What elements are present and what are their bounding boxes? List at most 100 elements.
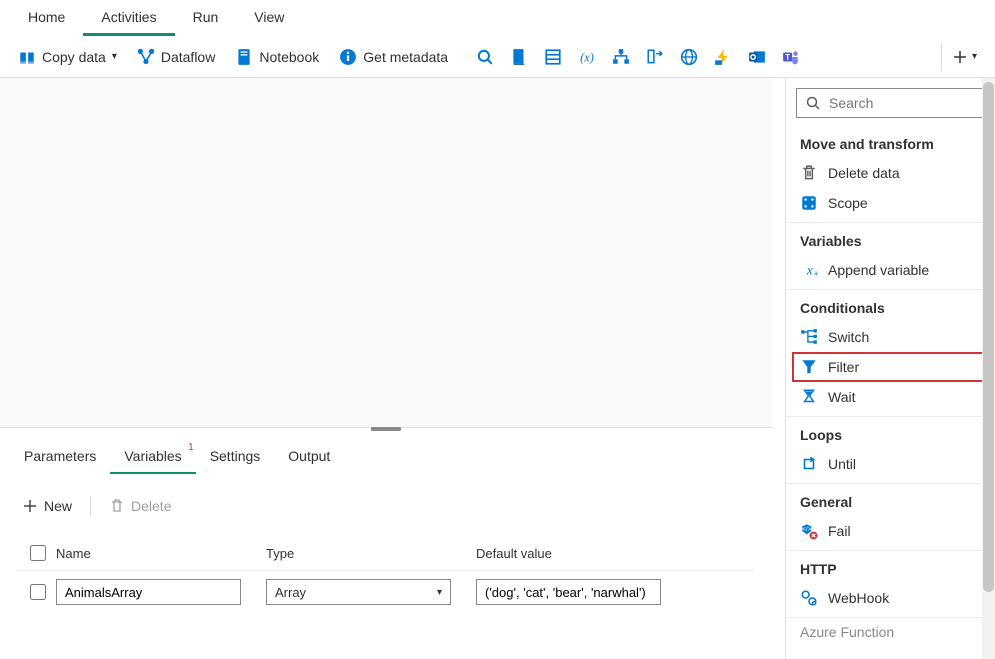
new-variable-button[interactable]: New [12,494,82,518]
tab-activities[interactable]: Activities [83,1,174,36]
foreach-icon [646,48,664,66]
search-icon [476,48,494,66]
lightning-icon [714,48,732,66]
function-tool-button[interactable] [706,41,740,73]
activity-label: WebHook [828,590,889,606]
until-icon [800,455,818,473]
category-truncated: Azure Function [786,617,995,646]
variable-type-select[interactable]: Array ▾ [266,579,451,605]
activity-label: Filter [828,359,859,375]
variable-default-input[interactable] [476,579,661,605]
tab-variables[interactable]: Variables 1 [110,442,195,474]
variables-table: Name Type Default value Array ▾ [18,536,754,613]
col-default: Default value [476,546,696,561]
outlook-tool-button[interactable] [740,41,774,73]
activities-panel: Move and transform Delete data Scope Var… [785,78,995,659]
dataflow-icon [137,48,155,66]
notebook-button[interactable]: Notebook [225,42,329,72]
activity-label: Delete data [828,165,900,181]
plus-icon [22,498,38,514]
copy-data-label: Copy data [42,49,106,65]
dataflow-button[interactable]: Dataflow [127,42,225,72]
foreach-tool-button[interactable] [638,41,672,73]
category-move-transform: Move and transform [786,126,995,158]
activity-webhook[interactable]: WebHook [786,583,995,613]
variable-x-icon: (x) [578,48,596,66]
activity-until[interactable]: Until [786,449,995,479]
plus-icon [952,49,968,65]
teams-tool-button[interactable]: T [774,41,808,73]
svg-text:x: x [806,263,813,278]
info-icon [339,48,357,66]
condition-tool-button[interactable] [604,41,638,73]
tab-variables-badge: 1 [188,442,194,453]
activity-label: Append variable [828,262,929,278]
delete-variable-button[interactable]: Delete [99,494,181,518]
activity-append-variable[interactable]: x+ Append variable [786,255,995,285]
get-metadata-label: Get metadata [363,49,448,65]
fail-icon: </> [800,522,818,540]
new-variable-label: New [44,498,72,514]
activity-label: Until [828,456,856,472]
activity-switch[interactable]: Switch [786,322,995,352]
web-tool-button[interactable] [672,41,706,73]
activity-wait[interactable]: Wait [786,382,995,412]
svg-text:T: T [785,52,790,61]
tab-home[interactable]: Home [10,1,83,36]
category-general: General [786,483,995,516]
list-icon [544,48,562,66]
append-variable-icon: x+ [800,261,818,279]
condition-icon [612,48,630,66]
toolbar: Copy data ▾ Dataflow Notebook Get metada… [0,36,995,78]
activity-search-input[interactable] [827,94,995,112]
tab-settings[interactable]: Settings [196,442,275,474]
copy-data-button[interactable]: Copy data ▾ [8,42,127,72]
trash-icon [109,498,125,514]
script-tool-button[interactable] [502,41,536,73]
variable-name-input[interactable] [56,579,241,605]
get-metadata-button[interactable]: Get metadata [329,42,458,72]
dataflow-label: Dataflow [161,49,215,65]
category-conditionals: Conditionals [786,289,995,322]
ribbon-tabs: Home Activities Run View [0,0,995,36]
pipeline-editor: Parameters Variables 1 Settings Output N… [0,78,772,659]
search-tool-button[interactable] [468,41,502,73]
tab-variables-label: Variables [124,448,181,464]
activity-delete-data[interactable]: Delete data [786,158,995,188]
scrollbar[interactable] [982,78,995,659]
select-all-checkbox[interactable] [30,545,46,561]
properties-tabs: Parameters Variables 1 Settings Output [0,428,772,474]
col-type: Type [266,546,476,561]
col-name: Name [56,546,266,561]
category-variables: Variables [786,222,995,255]
add-activity-dropdown[interactable]: ▾ [941,43,987,71]
activity-fail[interactable]: </> Fail [786,516,995,546]
list-tool-button[interactable] [536,41,570,73]
tab-view[interactable]: View [236,1,302,36]
activity-label: Scope [828,195,868,211]
outlook-icon [748,48,766,66]
category-loops: Loops [786,416,995,449]
search-icon [805,95,821,111]
hourglass-icon [800,388,818,406]
activity-filter[interactable]: Filter [792,352,989,382]
tab-parameters[interactable]: Parameters [10,442,110,474]
tab-output[interactable]: Output [274,442,344,474]
filter-icon [800,358,818,376]
row-checkbox[interactable] [30,584,46,600]
tab-run[interactable]: Run [175,1,237,36]
chevron-down-icon: ▾ [972,51,977,62]
chevron-down-icon: ▾ [112,51,117,62]
notebook-label: Notebook [259,49,319,65]
activity-scope[interactable]: Scope [786,188,995,218]
category-http: HTTP [786,550,995,583]
scrollbar-thumb[interactable] [983,82,994,592]
notebook-icon [235,48,253,66]
design-canvas[interactable] [0,78,772,428]
scope-icon [800,194,818,212]
activity-search[interactable] [796,88,985,118]
split-handle[interactable] [371,427,401,431]
delete-variable-label: Delete [131,498,171,514]
variable-tool-button[interactable]: (x) [570,41,604,73]
activity-label: Wait [828,389,855,405]
